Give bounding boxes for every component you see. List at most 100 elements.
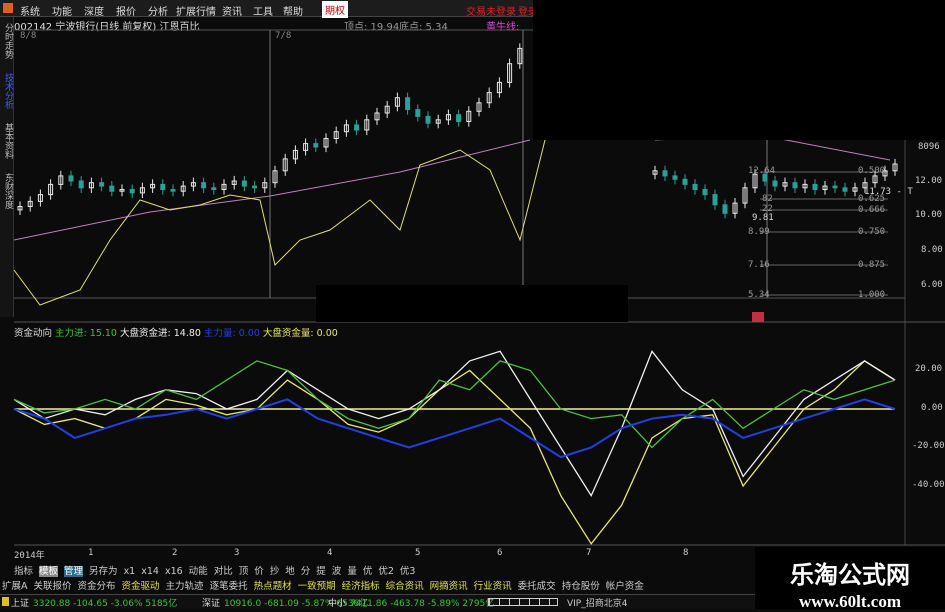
candle <box>682 178 688 185</box>
fib-ratio: 0.500 <box>858 166 886 176</box>
toolbar-btn[interactable]: 顶 <box>239 566 249 577</box>
sz-index[interactable]: 10916.0 -681.09 -5.87% 6536亿 <box>224 596 368 609</box>
toolbar-btn[interactable]: 委托成交 <box>518 581 556 592</box>
signal-flag-icon <box>752 312 764 322</box>
date-label: 7 <box>586 548 592 558</box>
sh-label: 上证 <box>11 599 30 609</box>
zx-index[interactable]: 7411.86 -463.78 -5.89% 2795亿 <box>350 596 494 609</box>
candle <box>129 189 135 194</box>
toolbar-btn[interactable]: 价 <box>254 566 264 577</box>
toolbar-btn[interactable]: 优2 <box>378 566 394 577</box>
toolbar-btn[interactable]: 网摘资讯 <box>430 581 468 592</box>
candle <box>405 97 411 111</box>
candle <box>78 180 84 189</box>
fib-ratio: 1.000 <box>858 290 886 300</box>
fib-ratio: 0.875 <box>858 260 886 270</box>
candle <box>241 180 247 187</box>
toolbar-btn[interactable]: 优3 <box>400 566 416 577</box>
indicator-toolbar: 指标 模板 管理 另存为 x1 x14 x16 动能 对比顶价抄地分提波量优优2 优3 <box>14 563 421 577</box>
axis-label: 6.00 <box>921 280 943 290</box>
toolbar-btn[interactable]: 帐户资金 <box>606 581 644 592</box>
candle <box>812 183 818 190</box>
fib-price: 82 <box>762 194 773 204</box>
candle <box>792 182 798 189</box>
sz-label: 深证 <box>202 599 221 609</box>
blue-series-line <box>13 398 896 459</box>
toolbar-btn[interactable]: 优 <box>363 566 373 577</box>
toolbar-btn[interactable]: 另存为 <box>89 566 118 577</box>
toolbar-btn[interactable]: 管理 <box>64 566 84 577</box>
date-label: 3 <box>234 548 240 558</box>
toolbar-btn[interactable]: 热点题材 <box>254 581 292 592</box>
axis-label: 20.00 <box>915 364 943 374</box>
toolbar-btn[interactable]: 量 <box>347 566 357 577</box>
main-out-value: 0.00 <box>238 328 260 339</box>
candle <box>68 175 74 182</box>
candle <box>99 182 105 187</box>
candle <box>252 185 258 189</box>
toolbar-btn[interactable]: 逐笔委托 <box>210 581 248 592</box>
fib-price: 7.16 <box>748 260 770 270</box>
fib-price: 8.99 <box>748 227 770 237</box>
watermark: 乐淘公式网 www.60lt.com <box>755 547 945 611</box>
signal-line <box>13 139 546 306</box>
toolbar-btn[interactable]: 地 <box>285 566 295 577</box>
candle <box>702 189 708 196</box>
toolbar-btn[interactable]: 指标 <box>14 566 33 577</box>
date-label: 8 <box>683 548 689 558</box>
toolbar-btn[interactable]: 抄 <box>270 566 280 577</box>
sh-index[interactable]: 3320.88 -104.65 -3.06% 5185亿 <box>33 596 177 609</box>
candle <box>170 189 176 192</box>
toolbar-btn[interactable]: 主力轨迹 <box>166 581 204 592</box>
toolbar-btn[interactable]: 分 <box>301 566 311 577</box>
main-in-label: 主力进: <box>55 328 87 339</box>
period-label: 7/8 <box>275 31 292 41</box>
toolbar-btn[interactable]: 行业资讯 <box>474 581 512 592</box>
toolbar-btn[interactable]: 综合资讯 <box>386 581 424 592</box>
toolbar-btn[interactable]: 波 <box>332 566 342 577</box>
toolbar-btn[interactable]: x16 <box>165 566 183 577</box>
candle <box>109 185 115 192</box>
date-label: 1 <box>88 548 94 558</box>
candle <box>832 185 838 189</box>
candle <box>415 109 421 117</box>
toolbar-btn[interactable]: 资金驱动 <box>122 581 160 592</box>
axis-label: -20.00 <box>912 441 945 451</box>
toolbar-btn[interactable]: x14 <box>141 566 159 577</box>
candle <box>712 194 718 206</box>
axis-label: 8.00 <box>921 245 943 255</box>
toolbar-btn[interactable]: 提 <box>316 566 326 577</box>
date-label: 2 <box>172 548 178 558</box>
toolbar-btn[interactable]: 扩展A <box>2 581 28 592</box>
candle <box>201 182 207 189</box>
main-in-value: 15.10 <box>89 328 117 339</box>
toolbar-btn[interactable]: 一致预期 <box>298 581 336 592</box>
toolbar-btn[interactable]: 关联报价 <box>34 581 72 592</box>
market-in-value: 14.80 <box>173 328 201 339</box>
white-series-line <box>13 350 896 497</box>
date-label: 5 <box>415 548 421 558</box>
axis-label: 10.00 <box>915 210 943 220</box>
market-vol-value: 0.00 <box>316 328 338 339</box>
black-overlay-middle <box>316 285 628 322</box>
toolbar-btn[interactable]: 资金分布 <box>78 581 116 592</box>
toolbar-btn[interactable]: 动能 <box>189 566 208 577</box>
date-axis: 2014年 1 2 3 4 5 6 7 8 <box>0 548 755 561</box>
toolbar-btn[interactable]: 模板 <box>39 566 59 577</box>
fib-ratio: 0.666 <box>858 205 886 215</box>
toolbar-btn[interactable]: 对比 <box>214 566 233 577</box>
fund-flow-header: 资金动向 主力进: 15.10 大盘资金进: 14.80 主力量: 0.00 大… <box>14 325 338 339</box>
axis-label: 8096 <box>918 142 940 152</box>
fib-ratio: 0.750 <box>858 227 886 237</box>
fib-price: 5.34 <box>748 290 770 300</box>
connection-indicator <box>488 598 558 606</box>
toolbar-btn[interactable]: 持仓股份 <box>562 581 600 592</box>
toolbar-btn[interactable]: 经济指标 <box>342 581 380 592</box>
market-icon <box>2 597 9 606</box>
toolbar-btn[interactable]: x1 <box>124 566 136 577</box>
candle <box>456 114 462 122</box>
date-label: 4 <box>327 548 333 558</box>
candle <box>313 143 319 148</box>
last-price-label: 11.73 - T <box>864 187 913 197</box>
candle <box>722 204 728 214</box>
